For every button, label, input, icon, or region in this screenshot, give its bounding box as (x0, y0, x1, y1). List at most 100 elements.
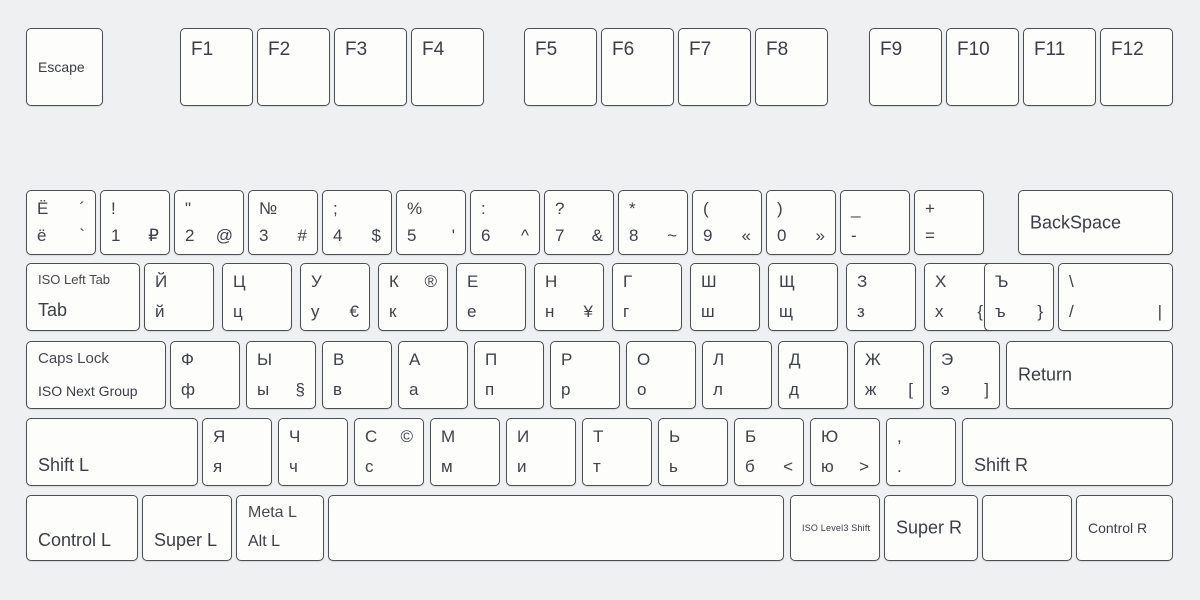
key-menu[interactable] (982, 495, 1072, 561)
key-f1[interactable]: F1 (180, 28, 253, 106)
key-8[interactable]: * 8 ~ (618, 190, 688, 255)
key-ru-r[interactable]: Р р (550, 341, 620, 409)
key-ru-m[interactable]: М м (430, 418, 500, 486)
key-ru-ya[interactable]: Я я (202, 418, 272, 486)
key-ru-d[interactable]: Д д (778, 341, 848, 409)
key-ru-u[interactable]: У у € (300, 263, 370, 331)
key-level1: н (545, 302, 555, 321)
key-ru-k[interactable]: К ® к (378, 263, 448, 331)
key-control-left[interactable]: Control L (26, 495, 138, 561)
key-ru-l[interactable]: Л л (702, 341, 772, 409)
key-ru-z[interactable]: З з (846, 263, 916, 331)
key-control-right[interactable]: Control R (1076, 495, 1173, 561)
key-level2: Б (745, 427, 757, 446)
key-level2: Г (623, 272, 633, 291)
key-ru-shch[interactable]: Щ щ (768, 263, 838, 331)
key-f12[interactable]: F12 (1100, 28, 1173, 106)
key-super-right[interactable]: Super R (884, 495, 978, 561)
key-level2: " (185, 199, 192, 218)
key-f5[interactable]: F5 (524, 28, 597, 106)
key-caps-lock[interactable]: Caps Lock ISO Next Group (26, 341, 166, 409)
key-backspace[interactable]: BackSpace (1018, 190, 1173, 255)
key-ru-y[interactable]: Й й (144, 263, 214, 331)
key-level3: » (815, 226, 825, 245)
key-level2: Ф (181, 350, 194, 369)
key-level1: ч (289, 457, 298, 476)
key-6[interactable]: : 6 ^ (470, 190, 540, 255)
key-ru-s[interactable]: С © с (354, 418, 424, 486)
key-level1: в (333, 380, 343, 399)
key-level2: С (365, 427, 378, 446)
key-shift-left[interactable]: Shift L (26, 418, 198, 486)
key-backslash[interactable]: \ / | (1058, 263, 1173, 331)
key-ru-g[interactable]: Г г (612, 263, 682, 331)
key-level1: ж (865, 380, 877, 399)
key-control-left-label: Control L (38, 530, 112, 550)
key-super-left[interactable]: Super L (142, 495, 232, 561)
key-level2: Ю (821, 427, 839, 446)
key-ru-ye[interactable]: Е е (456, 263, 526, 331)
key-ru-a[interactable]: А а (398, 341, 468, 409)
key-f4[interactable]: F4 (411, 28, 484, 106)
key-ru-ch[interactable]: Ч ч (278, 418, 348, 486)
key-tab[interactable]: ISO Left Tab Tab (26, 263, 140, 331)
key-level1: и (517, 457, 527, 476)
key-level2: Э (941, 350, 954, 369)
key-ru-ts[interactable]: Ц ц (222, 263, 292, 331)
key-ru-yu[interactable]: Ю ю > (810, 418, 880, 486)
key-space[interactable] (328, 495, 784, 561)
key-super-left-label: Super L (154, 530, 218, 550)
key-escape[interactable]: Escape (26, 28, 103, 106)
key-f9[interactable]: F9 (869, 28, 942, 106)
key-ru-yeru[interactable]: Ы ы § (246, 341, 316, 409)
key-ru-o[interactable]: О о (626, 341, 696, 409)
key-ru-i[interactable]: И и (506, 418, 576, 486)
key-ru-t[interactable]: Т т (582, 418, 652, 486)
key-f6[interactable]: F6 (601, 28, 674, 106)
key-f8-label: F8 (766, 39, 789, 60)
key-ru-f[interactable]: Ф ф (170, 341, 240, 409)
key-minus[interactable]: _ - (840, 190, 910, 255)
key-ru-p[interactable]: П п (474, 341, 544, 409)
key-9[interactable]: ( 9 « (692, 190, 762, 255)
key-ru-zh[interactable]: Ж ж [ (854, 341, 924, 409)
key-5[interactable]: % 5 ' (396, 190, 466, 255)
key-ru-sh[interactable]: Ш ш (690, 263, 760, 331)
key-iso-level3-shift[interactable]: ISO Level3 Shift (790, 495, 880, 561)
key-super-right-label: Super R (896, 517, 963, 538)
key-level1: 6 (481, 226, 491, 245)
key-level2: А (409, 350, 421, 369)
key-ru-b[interactable]: Б б < (734, 418, 804, 486)
key-level3: ^ (521, 226, 529, 245)
key-ru-hard-sign[interactable]: Ъ ъ } (984, 263, 1054, 331)
key-level2: Ш (701, 272, 717, 291)
key-f11[interactable]: F11 (1023, 28, 1096, 106)
key-7[interactable]: ? 7 & (544, 190, 614, 255)
key-f8[interactable]: F8 (755, 28, 828, 106)
key-level1: б (745, 457, 755, 476)
key-tilde[interactable]: Ё ´ ё ` (26, 190, 96, 255)
key-level2: Ч (289, 427, 301, 446)
key-tab-label-bottom: Tab (38, 300, 68, 320)
key-alt-left[interactable]: Meta L Alt L (236, 495, 324, 561)
key-f10[interactable]: F10 (946, 28, 1019, 106)
key-equal[interactable]: + = (914, 190, 984, 255)
key-ru-e[interactable]: Э э ] (930, 341, 1000, 409)
key-shift-right[interactable]: Shift R (962, 418, 1173, 486)
key-ru-v[interactable]: В в (322, 341, 392, 409)
key-period[interactable]: , . (886, 418, 956, 486)
key-4[interactable]: ; 4 $ (322, 190, 392, 255)
key-2[interactable]: " 2 @ (174, 190, 244, 255)
key-level2: % (407, 199, 423, 218)
key-ru-n[interactable]: Н н ¥ (534, 263, 604, 331)
key-level2: Л (713, 350, 725, 369)
key-ru-soft-sign[interactable]: Ь ь (658, 418, 728, 486)
key-3[interactable]: № 3 # (248, 190, 318, 255)
key-level2: И (517, 427, 530, 446)
key-f3[interactable]: F3 (334, 28, 407, 106)
key-0[interactable]: ) 0 » (766, 190, 836, 255)
key-f2[interactable]: F2 (257, 28, 330, 106)
key-f7[interactable]: F7 (678, 28, 751, 106)
key-return[interactable]: Return (1006, 341, 1173, 409)
key-1[interactable]: ! 1 ₽ (100, 190, 170, 255)
